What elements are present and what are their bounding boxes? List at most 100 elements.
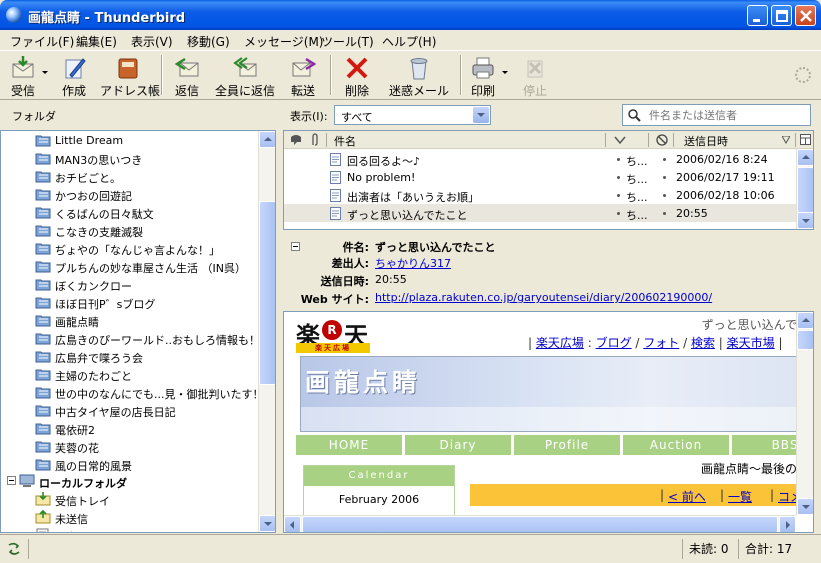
folder-item[interactable]: MAN3の思いつき [1, 149, 259, 167]
attachment-column-icon[interactable] [310, 133, 320, 147]
folder-scrollbar[interactable] [258, 131, 275, 532]
scroll-thumb[interactable] [259, 201, 275, 385]
junk-status-dot[interactable] [663, 194, 666, 197]
body-scrollbar[interactable] [796, 312, 813, 515]
local-folders-root[interactable]: ローカルフォルダ [1, 472, 259, 490]
folder-item[interactable]: 世の中のなんにでも...見・御批判いたす！ [1, 383, 264, 401]
menu-edit[interactable]: 編集(E) [76, 33, 117, 50]
scroll-thumb[interactable] [797, 167, 813, 213]
nav-home[interactable]: HOME [295, 434, 403, 456]
folder-item[interactable]: ぢょやの「なんじゃ言よんな！」 [1, 239, 259, 257]
thread-scrollbar[interactable] [796, 149, 813, 229]
hscroll-thumb[interactable] [302, 516, 778, 532]
pane-splitter[interactable] [283, 231, 814, 235]
minimize-button[interactable] [747, 5, 768, 26]
local-folder-item[interactable]: 未送信 [1, 508, 259, 526]
junk-column-icon[interactable] [656, 134, 668, 146]
search-input[interactable] [649, 107, 807, 123]
junk-status-dot[interactable] [663, 176, 666, 179]
folder-item[interactable]: ぼくカンクロー [1, 275, 259, 293]
maximize-button[interactable] [771, 5, 792, 26]
search-box[interactable] [622, 104, 811, 126]
print-dropdown-icon[interactable] [502, 71, 508, 74]
date-column-header[interactable]: 送信日時 [684, 133, 728, 149]
scroll-right-button[interactable] [779, 516, 796, 532]
scroll-up-button[interactable] [797, 149, 813, 166]
scroll-down-button[interactable] [259, 515, 275, 532]
folder-item[interactable]: 電依研2 [1, 419, 259, 437]
folder-item[interactable]: かつおの回遊記 [1, 185, 259, 203]
read-status-dot[interactable] [617, 194, 620, 197]
from-value[interactable]: ちゃかりん317 [375, 255, 451, 271]
nav-profile[interactable]: Profile [513, 434, 621, 456]
menu-go[interactable]: 移動(G) [187, 33, 230, 50]
folder-item[interactable]: 画龍点睛 [1, 311, 259, 329]
link-search[interactable]: 検索 [691, 336, 715, 350]
reply-all-button[interactable]: 全員に返信 [214, 53, 276, 99]
read-status-dot[interactable] [617, 176, 620, 179]
get-mail-button[interactable]: 受信 [2, 53, 44, 99]
menu-tools[interactable]: ツール(T) [321, 33, 374, 50]
junk-button[interactable]: 迷惑メール [388, 53, 450, 99]
print-button[interactable]: 印刷 [466, 53, 500, 99]
get-mail-dropdown-icon[interactable] [42, 71, 48, 74]
address-book-button[interactable]: アドレス帳 [100, 53, 160, 99]
folder-item[interactable]: 広島きのぴーワールド..おもしろ情報も！） [1, 329, 271, 347]
online-status-icon[interactable] [6, 542, 22, 556]
folder-item[interactable]: おチビごと。 [1, 167, 259, 185]
scroll-thumb[interactable] [797, 330, 813, 350]
menu-view[interactable]: 表示(V) [131, 33, 173, 50]
chevron-down-icon[interactable] [473, 107, 489, 123]
folder-item[interactable]: 芙蓉の花 [1, 437, 259, 455]
folder-item[interactable]: ほぼ日刊P゛sブログ [1, 293, 259, 311]
nav-diary[interactable]: Diary [404, 434, 512, 456]
folder-item[interactable]: こなきの支離滅裂 [1, 221, 259, 239]
message-row[interactable]: ずっと思い込んでたこと ち... 20:55 [284, 204, 798, 222]
write-button[interactable]: 作成 [54, 53, 94, 99]
menu-message[interactable]: メッセージ(M) [244, 33, 323, 50]
read-status-dot[interactable] [617, 158, 620, 161]
folder-item[interactable]: プルちんの妙な車屋さん生活 （IN呉） [1, 257, 259, 275]
message-row[interactable]: No problem! ち... 2006/02/17 19:11 [284, 168, 798, 186]
body-hscrollbar[interactable] [284, 515, 796, 532]
junk-status-dot[interactable] [663, 212, 666, 215]
search-icon[interactable] [627, 108, 641, 122]
link-photo[interactable]: フォト [643, 336, 679, 350]
scroll-down-button[interactable] [797, 212, 813, 229]
menu-help[interactable]: ヘルプ(H) [382, 33, 436, 50]
folder-item[interactable]: 広島弁で喋ろう会 [1, 347, 259, 365]
junk-status-dot[interactable] [663, 158, 666, 161]
column-picker-icon[interactable] [800, 134, 811, 145]
thread-column-icon[interactable] [290, 134, 302, 146]
delete-button[interactable]: 削除 [336, 53, 378, 99]
folder-item[interactable]: 中古タイヤ屋の店長日記 [1, 401, 259, 419]
folder-item[interactable]: Little Dream [1, 131, 259, 149]
pager-list[interactable]: 一覧 [728, 488, 752, 505]
folder-item[interactable]: くるばんの日々駄文 [1, 203, 259, 221]
message-row[interactable]: 回る回るよ〜♪ ち... 2006/02/16 8:24 [284, 150, 798, 168]
scroll-up-button[interactable] [797, 312, 813, 329]
message-row[interactable]: 出演者は「あいうえお順」 ち... 2006/02/18 10:06 [284, 186, 798, 204]
subject-column-header[interactable]: 件名 [334, 133, 356, 149]
local-folder-item[interactable]: 下書き [1, 526, 259, 532]
folder-item[interactable]: 風の日常的風景 [1, 455, 259, 473]
scroll-up-button[interactable] [259, 131, 275, 148]
sender-column-icon[interactable] [614, 135, 626, 145]
pager-prev[interactable]: < 前へ [668, 488, 706, 505]
read-status-dot[interactable] [617, 212, 620, 215]
stop-button[interactable]: 停止 [518, 53, 552, 99]
close-button[interactable] [795, 5, 816, 26]
scroll-down-button[interactable] [797, 498, 813, 515]
menu-file[interactable]: ファイル(F) [10, 33, 74, 50]
link-rakuten-market[interactable]: 楽天市場 [727, 336, 775, 350]
reply-button[interactable]: 返信 [166, 53, 208, 99]
folder-item[interactable]: 主婦のたわごと [1, 365, 259, 383]
local-folder-item[interactable]: 受信トレイ [1, 490, 259, 508]
collapse-toggle[interactable] [7, 476, 16, 485]
view-select[interactable]: すべて [334, 105, 491, 125]
forward-button[interactable]: 転送 [282, 53, 324, 99]
link-rakuten-hiroba[interactable]: 楽天広場 [536, 336, 584, 350]
link-blog[interactable]: ブログ [596, 336, 632, 350]
scroll-left-button[interactable] [284, 516, 301, 532]
website-link[interactable]: http://plaza.rakuten.co.jp/garyoutensei/… [375, 291, 712, 304]
